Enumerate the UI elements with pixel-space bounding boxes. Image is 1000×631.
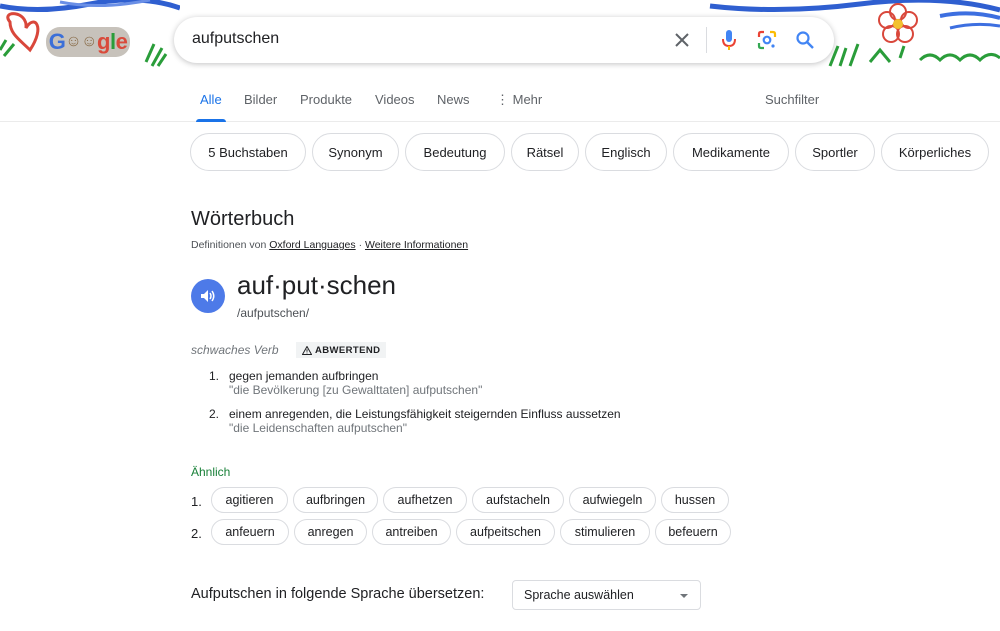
tab-mehr[interactable]: ⋮ Mehr bbox=[496, 92, 542, 108]
pronunciation: /aufputschen/ bbox=[237, 306, 310, 320]
chip-koerperliches[interactable]: Körperliches bbox=[881, 133, 989, 171]
chip-raetsel[interactable]: Rätsel bbox=[511, 133, 579, 171]
chip-synonym[interactable]: Synonym bbox=[312, 133, 399, 171]
logo-letter: G bbox=[48, 29, 66, 54]
definition-source: Definitionen von Oxford Languages · Weit… bbox=[191, 239, 468, 251]
logo-letter: e bbox=[115, 29, 128, 54]
search-tools-button[interactable]: Suchfilter bbox=[765, 92, 819, 107]
source-separator: · bbox=[358, 239, 363, 251]
synonym-chip[interactable]: aufhetzen bbox=[383, 487, 467, 513]
doodle-right-decoration bbox=[709, 0, 1000, 67]
similar-label: Ähnlich bbox=[191, 465, 231, 479]
synonym-chip[interactable]: aufwiegeln bbox=[569, 487, 656, 513]
tab-news[interactable]: News bbox=[437, 92, 470, 107]
sense-number: 1. bbox=[209, 369, 220, 383]
synonym-chip[interactable]: anregen bbox=[294, 519, 367, 545]
tab-mehr-label: Mehr bbox=[512, 92, 543, 107]
synonym-chip[interactable]: aufbringen bbox=[293, 487, 378, 513]
synonym-chip[interactable]: aufpeitschen bbox=[456, 519, 555, 545]
language-select-value: Sprache auswählen bbox=[524, 588, 634, 602]
clear-icon[interactable] bbox=[670, 28, 694, 52]
tab-produkte[interactable]: Produkte bbox=[300, 92, 352, 107]
sense-example: "die Bevölkerung [zu Gewalttaten] aufput… bbox=[229, 383, 483, 397]
chip-medikamente[interactable]: Medikamente bbox=[673, 133, 789, 171]
tab-alle[interactable]: Alle bbox=[200, 92, 222, 107]
headword: auf·put·schen bbox=[237, 270, 396, 300]
chip-sportler[interactable]: Sportler bbox=[795, 133, 875, 171]
synonym-chip[interactable]: aufstacheln bbox=[472, 487, 564, 513]
google-logo[interactable]: G ☺☺ g l e bbox=[46, 27, 130, 57]
sense-number: 2. bbox=[209, 407, 220, 421]
flower-icon bbox=[878, 3, 918, 43]
usage-tag-label: ABWERTEND bbox=[315, 344, 381, 356]
tab-videos[interactable]: Videos bbox=[375, 92, 415, 107]
logo-letter: g bbox=[96, 29, 110, 54]
oxford-languages-link[interactable]: Oxford Languages bbox=[269, 239, 355, 251]
sense-definition: einem anregenden, die Leistungsfähigkeit… bbox=[229, 407, 621, 421]
synonym-chip[interactable]: antreiben bbox=[372, 519, 451, 545]
speaker-icon bbox=[201, 290, 215, 302]
more-vert-icon: ⋮ bbox=[496, 92, 513, 107]
search-input[interactable]: aufputschen bbox=[192, 30, 279, 48]
part-of-speech: schwaches Verb bbox=[191, 343, 279, 357]
synonym-group-number: 2. bbox=[191, 526, 202, 541]
chip-5-buchstaben[interactable]: 5 Buchstaben bbox=[190, 133, 306, 171]
synonym-chip[interactable]: hussen bbox=[661, 487, 729, 513]
source-prefix: Definitionen von bbox=[191, 239, 267, 251]
language-select[interactable]: Sprache auswählen bbox=[512, 580, 701, 610]
dictionary-heading: Wörterbuch bbox=[191, 208, 295, 230]
synonym-chip[interactable]: agitieren bbox=[211, 487, 288, 513]
more-info-link[interactable]: Weitere Informationen bbox=[365, 239, 468, 251]
translate-label: Aufputschen in folgende Sprache übersetz… bbox=[191, 586, 485, 602]
chip-englisch[interactable]: Englisch bbox=[585, 133, 667, 171]
pronunciation-play-button[interactable] bbox=[191, 279, 225, 313]
synonym-chip[interactable]: stimulieren bbox=[560, 519, 650, 545]
usage-tag: ABWERTEND bbox=[296, 342, 387, 358]
sense-definition: gegen jemanden aufbringen bbox=[229, 369, 379, 383]
warning-icon bbox=[302, 345, 312, 355]
dropdown-arrow-icon bbox=[680, 594, 688, 598]
header: G ☺☺ g l e aufputschen bbox=[0, 0, 1000, 82]
active-tab-indicator bbox=[196, 119, 226, 122]
logo-doodle: ☺☺ bbox=[65, 33, 97, 50]
chip-bedeutung[interactable]: Bedeutung bbox=[405, 133, 505, 171]
search-tabs: Alle Bilder Produkte Videos News ⋮ Mehr … bbox=[0, 82, 1000, 122]
synonym-chip[interactable]: anfeuern bbox=[211, 519, 289, 545]
synonym-group-number: 1. bbox=[191, 494, 202, 509]
sense-example: "die Leidenschaften aufputschen" bbox=[229, 421, 407, 435]
synonym-chip[interactable]: befeuern bbox=[655, 519, 731, 545]
tab-bilder[interactable]: Bilder bbox=[244, 92, 277, 107]
